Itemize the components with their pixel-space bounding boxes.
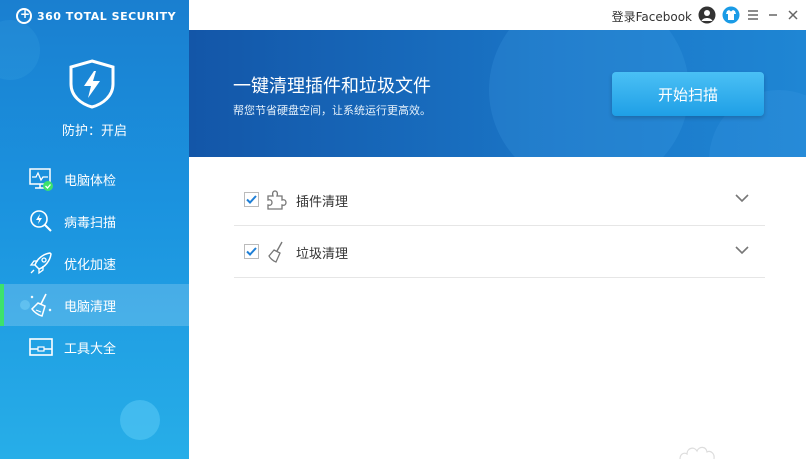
cleanup-options-list: 插件清理 垃圾清理 [234, 174, 765, 278]
sidebar-item-label: 病毒扫描 [64, 215, 117, 231]
sidebar-item-toolbox[interactable]: 工具大全 [0, 326, 189, 368]
brand-text: 360 TOTAL SECURITY [37, 9, 177, 23]
app-brand: 360 TOTAL SECURITY [16, 6, 176, 26]
monitor-check-icon [28, 166, 54, 192]
shield-icon [69, 59, 115, 109]
checkbox-checked-icon[interactable] [244, 244, 259, 259]
menu-icon[interactable] [744, 6, 762, 24]
title-bar: 登录Facebook [189, 0, 806, 30]
sidebar-item-label: 电脑体检 [64, 173, 117, 189]
minimize-icon[interactable] [764, 6, 782, 24]
login-facebook-link[interactable]: 登录Facebook [612, 8, 692, 25]
broom-icon [28, 292, 54, 318]
cleanup-banner: 一键清理插件和垃圾文件 帮您节省硬盘空间，让系统运行更高效。 开始扫描 [189, 30, 806, 157]
skin-shirt-icon[interactable] [722, 6, 740, 24]
sidebar-item-virus-scan[interactable]: 病毒扫描 [0, 200, 189, 242]
plugin-cleanup-label: 插件清理 [296, 195, 349, 210]
checkbox-checked-icon[interactable] [244, 192, 259, 207]
puzzle-icon [267, 190, 287, 210]
user-avatar-icon[interactable] [698, 6, 716, 24]
list-item[interactable]: 插件清理 [234, 174, 765, 226]
list-item[interactable]: 垃圾清理 [234, 226, 765, 278]
brush-icon [268, 241, 283, 263]
brand-logo-icon [16, 7, 32, 24]
banner-title: 一键清理插件和垃圾文件 [233, 76, 431, 97]
sidebar-item-speedup[interactable]: 优化加速 [0, 242, 189, 284]
chevron-down-icon[interactable] [735, 245, 749, 255]
close-icon[interactable] [784, 6, 802, 24]
sidebar-item-label: 优化加速 [64, 257, 117, 273]
protection-status: 防护：开启 [61, 124, 127, 139]
sidebar-item-checkup[interactable]: 电脑体检 [0, 158, 189, 200]
sidebar-nav: 电脑体检 病毒扫描 优化加速 电脑清理 工具大全 [0, 158, 189, 368]
junk-cleanup-label: 垃圾清理 [296, 247, 349, 262]
virus-scan-icon [28, 208, 54, 234]
toolbox-icon [28, 334, 54, 360]
sidebar-item-label: 工具大全 [64, 341, 117, 357]
sidebar: 360 TOTAL SECURITY 防护：开启 电脑体检 病毒扫描 优化加速 [0, 0, 189, 459]
rocket-icon [28, 250, 54, 276]
cloud-decoration-icon [679, 446, 715, 460]
sidebar-item-label: 电脑清理 [64, 299, 117, 315]
banner-subtitle: 帮您节省硬盘空间，让系统运行更高效。 [233, 104, 431, 117]
start-scan-button[interactable]: 开始扫描 [612, 72, 764, 116]
chevron-down-icon[interactable] [735, 193, 749, 203]
sidebar-item-cleanup[interactable]: 电脑清理 [0, 284, 189, 326]
